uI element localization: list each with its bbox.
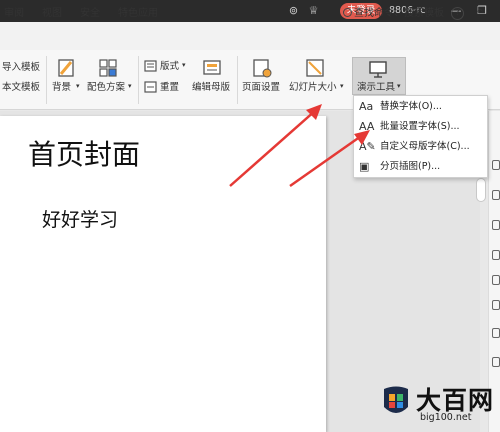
color-scheme-icon [99, 59, 117, 77]
reset-icon [144, 81, 157, 93]
import-template-button[interactable]: 导入模板 [2, 62, 40, 74]
command-search[interactable]: 查找命令、搜索模板 [343, 7, 444, 21]
pane-tool-icon[interactable] [492, 328, 500, 338]
slide-subtitle[interactable]: 好好学习 [42, 205, 118, 232]
tab-special-apps[interactable]: 特色应用 [118, 7, 158, 21]
menu-item-label: 分页插图(P)... [380, 161, 441, 172]
menu-item-batch-font[interactable]: AA 批量设置字体(S)... [353, 117, 488, 137]
replace-font-icon: Aa [359, 100, 374, 113]
edit-master-button[interactable]: 编辑母版 [192, 82, 230, 94]
text-template-button[interactable]: 本文模板 [2, 82, 40, 94]
menu-item-custom-master-font[interactable]: A✎ 自定义母版字体(C)... [353, 137, 488, 157]
batch-font-icon: AA [359, 120, 375, 133]
page-setup-icon [253, 59, 272, 78]
layout-icon [144, 60, 157, 72]
pane-tool-icon[interactable] [492, 275, 500, 285]
slide-size-icon [306, 59, 324, 77]
background-dropdown-icon[interactable]: ▾ [76, 80, 80, 92]
menu-item-label: 批量设置字体(S)... [380, 121, 460, 132]
menu-bar [0, 22, 500, 50]
slide-size-button[interactable]: 幻灯片大小 [289, 82, 337, 94]
search-icon [343, 8, 352, 17]
color-scheme-dropdown-icon[interactable]: ▾ [128, 80, 132, 92]
watermark-url: big100.net [420, 412, 472, 423]
background-button[interactable]: 背景 [52, 82, 71, 94]
paged-image-icon: ▣ [359, 160, 370, 173]
reset-button[interactable]: 重置 [160, 82, 179, 94]
pane-tool-icon[interactable] [492, 160, 500, 170]
watermark-logo [384, 386, 408, 413]
presentation-tools-dropdown-icon[interactable]: ▾ [397, 80, 401, 92]
tab-security[interactable]: 安全 [80, 7, 100, 21]
tab-view[interactable]: 视图 [42, 7, 62, 21]
presentation-tools-icon [369, 61, 387, 78]
slide-size-dropdown-icon[interactable]: ▾ [340, 80, 344, 92]
custom-master-font-icon: A✎ [359, 140, 376, 153]
menu-item-replace-font[interactable]: Aa 替换字体(O)... [353, 97, 488, 117]
pin-icon[interactable]: ⊚ [287, 4, 300, 17]
color-scheme-button[interactable]: 配色方案 [87, 82, 125, 94]
help-icon[interactable]: ? [451, 7, 464, 20]
ribbon-separator [138, 56, 139, 104]
presentation-tools-button[interactable]: 演示工具 [357, 82, 395, 94]
layout-dropdown-icon[interactable]: ▾ [182, 59, 186, 71]
pane-tool-icon[interactable] [492, 300, 500, 310]
pane-tool-icon[interactable] [492, 190, 500, 200]
layout-button[interactable]: 版式 [160, 61, 179, 73]
vertical-scrollbar[interactable] [476, 178, 486, 202]
command-search-label: 查找命令、搜索模板 [354, 8, 444, 19]
pane-tool-icon[interactable] [492, 357, 500, 367]
background-icon [58, 59, 74, 77]
menu-item-label: 替换字体(O)... [380, 101, 442, 112]
page-setup-button[interactable]: 页面设置 [242, 82, 280, 94]
ribbon-separator [46, 56, 47, 104]
pane-tool-icon[interactable] [492, 250, 500, 260]
tab-review[interactable]: 审阅 [4, 7, 24, 21]
menu-item-paged-image[interactable]: ▣ 分页插图(P)... [353, 157, 488, 177]
pane-tool-icon[interactable] [492, 220, 500, 230]
edit-master-icon [203, 60, 221, 75]
collapse-ribbon-icon[interactable]: ^ [476, 7, 484, 20]
slide-title[interactable]: 首页封面 [28, 133, 140, 173]
shirt-icon[interactable]: ♕ [307, 4, 320, 17]
ribbon-separator [237, 56, 238, 104]
menu-item-label: 自定义母版字体(C)... [380, 141, 470, 152]
